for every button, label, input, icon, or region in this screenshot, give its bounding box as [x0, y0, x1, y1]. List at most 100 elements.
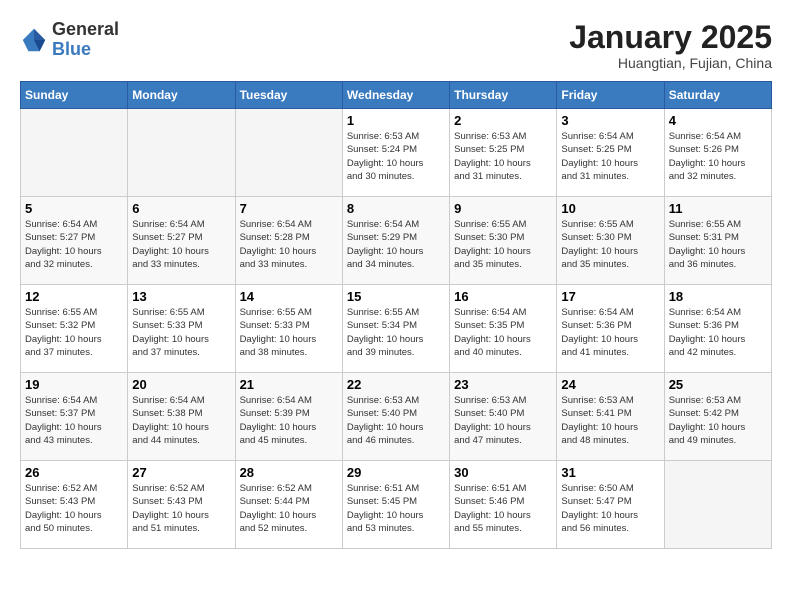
- calendar-cell: 20 Sunrise: 6:54 AM Sunset: 5:38 PM Dayli…: [128, 373, 235, 461]
- day-info: Sunrise: 6:55 AM Sunset: 5:33 PM Dayligh…: [240, 306, 338, 359]
- day-info: Sunrise: 6:53 AM Sunset: 5:41 PM Dayligh…: [561, 394, 659, 447]
- day-info: Sunrise: 6:54 AM Sunset: 5:26 PM Dayligh…: [669, 130, 767, 183]
- calendar-cell: 31Sunrise: 6:50 AM Sunset: 5:47 PM Dayli…: [557, 461, 664, 549]
- calendar-week-row: 1 Sunrise: 6:53 AM Sunset: 5:24 PM Daylig…: [21, 109, 772, 197]
- day-number: 31: [561, 465, 659, 480]
- calendar-week-row: 19 Sunrise: 6:54 AM Sunset: 5:37 PM Dayli…: [21, 373, 772, 461]
- calendar-cell: 26 Sunrise: 6:52 AM Sunset: 5:43 PM Dayli…: [21, 461, 128, 549]
- day-number: 12: [25, 289, 123, 304]
- calendar-cell: 5Sunrise: 6:54 AM Sunset: 5:27 PM Daylig…: [21, 197, 128, 285]
- day-info: Sunrise: 6:52 AM Sunset: 5:43 PM Dayligh…: [25, 482, 123, 535]
- calendar-cell: 11Sunrise: 6:55 AM Sunset: 5:31 PM Dayli…: [664, 197, 771, 285]
- calendar-cell: 19 Sunrise: 6:54 AM Sunset: 5:37 PM Dayli…: [21, 373, 128, 461]
- calendar-cell: 4Sunrise: 6:54 AM Sunset: 5:26 PM Daylig…: [664, 109, 771, 197]
- calendar-cell: 13Sunrise: 6:55 AM Sunset: 5:33 PM Dayli…: [128, 285, 235, 373]
- day-info: Sunrise: 6:53 AM Sunset: 5:40 PM Dayligh…: [347, 394, 445, 447]
- calendar-cell: 22Sunrise: 6:53 AM Sunset: 5:40 PM Dayli…: [342, 373, 449, 461]
- calendar-cell: 23 Sunrise: 6:53 AM Sunset: 5:40 PM Dayli…: [450, 373, 557, 461]
- calendar-cell: 21 Sunrise: 6:54 AM Sunset: 5:39 PM Dayli…: [235, 373, 342, 461]
- day-of-week-header: Wednesday: [342, 82, 449, 109]
- day-info: Sunrise: 6:55 AM Sunset: 5:33 PM Dayligh…: [132, 306, 230, 359]
- day-info: Sunrise: 6:54 AM Sunset: 5:38 PM Dayligh…: [132, 394, 230, 447]
- day-number: 16: [454, 289, 552, 304]
- day-info: Sunrise: 6:54 AM Sunset: 5:36 PM Dayligh…: [561, 306, 659, 359]
- day-of-week-header: Saturday: [664, 82, 771, 109]
- calendar-cell: 29 Sunrise: 6:51 AM Sunset: 5:45 PM Dayli…: [342, 461, 449, 549]
- calendar-cell: 10 Sunrise: 6:55 AM Sunset: 5:30 PM Dayli…: [557, 197, 664, 285]
- day-info: Sunrise: 6:54 AM Sunset: 5:27 PM Dayligh…: [132, 218, 230, 271]
- calendar-cell: 17 Sunrise: 6:54 AM Sunset: 5:36 PM Dayli…: [557, 285, 664, 373]
- day-info: Sunrise: 6:54 AM Sunset: 5:36 PM Dayligh…: [669, 306, 767, 359]
- day-info: Sunrise: 6:53 AM Sunset: 5:42 PM Dayligh…: [669, 394, 767, 447]
- calendar-cell: 28 Sunrise: 6:52 AM Sunset: 5:44 PM Dayli…: [235, 461, 342, 549]
- calendar-week-row: 5 Sunrise: 6:54 AM Sunset: 5:27 PM Daylig…: [21, 197, 772, 285]
- day-info: Sunrise: 6:54 AM Sunset: 5:29 PM Dayligh…: [347, 218, 445, 271]
- day-info: Sunrise: 6:51 AM Sunset: 5:46 PM Dayligh…: [454, 482, 552, 535]
- month-title: January 2025: [569, 20, 772, 55]
- day-number: 5: [25, 201, 123, 216]
- day-of-week-header: Monday: [128, 82, 235, 109]
- logo: General Blue: [20, 20, 119, 60]
- day-number: 29: [347, 465, 445, 480]
- day-info: Sunrise: 6:53 AM Sunset: 5:40 PM Dayligh…: [454, 394, 552, 447]
- calendar-cell: 12Sunrise: 6:55 AM Sunset: 5:32 PM Dayli…: [21, 285, 128, 373]
- calendar-cell: 24Sunrise: 6:53 AM Sunset: 5:41 PM Dayli…: [557, 373, 664, 461]
- calendar-cell: 30 Sunrise: 6:51 AM Sunset: 5:46 PM Dayli…: [450, 461, 557, 549]
- day-info: Sunrise: 6:54 AM Sunset: 5:37 PM Dayligh…: [25, 394, 123, 447]
- day-number: 7: [240, 201, 338, 216]
- day-info: Sunrise: 6:55 AM Sunset: 5:30 PM Dayligh…: [454, 218, 552, 271]
- calendar-cell: 25 Sunrise: 6:53 AM Sunset: 5:42 PM Dayli…: [664, 373, 771, 461]
- calendar-table: SundayMondayTuesdayWednesdayThursdayFrid…: [20, 81, 772, 549]
- day-info: Sunrise: 6:54 AM Sunset: 5:39 PM Dayligh…: [240, 394, 338, 447]
- day-info: Sunrise: 6:52 AM Sunset: 5:44 PM Dayligh…: [240, 482, 338, 535]
- calendar-week-row: 26 Sunrise: 6:52 AM Sunset: 5:43 PM Dayli…: [21, 461, 772, 549]
- day-info: Sunrise: 6:53 AM Sunset: 5:24 PM Dayligh…: [347, 130, 445, 183]
- day-number: 21: [240, 377, 338, 392]
- calendar-cell: [21, 109, 128, 197]
- page-header: General Blue January 2025 Huangtian, Fuj…: [20, 20, 772, 71]
- day-number: 23: [454, 377, 552, 392]
- calendar-cell: [664, 461, 771, 549]
- calendar-cell: 7 Sunrise: 6:54 AM Sunset: 5:28 PM Daylig…: [235, 197, 342, 285]
- day-info: Sunrise: 6:51 AM Sunset: 5:45 PM Dayligh…: [347, 482, 445, 535]
- calendar-cell: 18 Sunrise: 6:54 AM Sunset: 5:36 PM Dayli…: [664, 285, 771, 373]
- day-number: 17: [561, 289, 659, 304]
- day-number: 27: [132, 465, 230, 480]
- day-number: 30: [454, 465, 552, 480]
- logo-icon: [20, 26, 48, 54]
- day-number: 8: [347, 201, 445, 216]
- day-number: 10: [561, 201, 659, 216]
- day-number: 20: [132, 377, 230, 392]
- calendar-week-row: 12Sunrise: 6:55 AM Sunset: 5:32 PM Dayli…: [21, 285, 772, 373]
- day-of-week-header: Tuesday: [235, 82, 342, 109]
- day-number: 28: [240, 465, 338, 480]
- day-number: 14: [240, 289, 338, 304]
- calendar-cell: 27 Sunrise: 6:52 AM Sunset: 5:43 PM Dayli…: [128, 461, 235, 549]
- day-info: Sunrise: 6:55 AM Sunset: 5:34 PM Dayligh…: [347, 306, 445, 359]
- day-info: Sunrise: 6:52 AM Sunset: 5:43 PM Dayligh…: [132, 482, 230, 535]
- location-subtitle: Huangtian, Fujian, China: [569, 55, 772, 71]
- calendar-header-row: SundayMondayTuesdayWednesdayThursdayFrid…: [21, 82, 772, 109]
- day-number: 26: [25, 465, 123, 480]
- day-number: 1: [347, 113, 445, 128]
- day-of-week-header: Thursday: [450, 82, 557, 109]
- day-info: Sunrise: 6:55 AM Sunset: 5:31 PM Dayligh…: [669, 218, 767, 271]
- calendar-cell: [235, 109, 342, 197]
- day-number: 2: [454, 113, 552, 128]
- calendar-cell: 15Sunrise: 6:55 AM Sunset: 5:34 PM Dayli…: [342, 285, 449, 373]
- day-number: 9: [454, 201, 552, 216]
- title-block: January 2025 Huangtian, Fujian, China: [569, 20, 772, 71]
- day-number: 25: [669, 377, 767, 392]
- day-number: 19: [25, 377, 123, 392]
- day-info: Sunrise: 6:54 AM Sunset: 5:28 PM Dayligh…: [240, 218, 338, 271]
- day-info: Sunrise: 6:54 AM Sunset: 5:35 PM Dayligh…: [454, 306, 552, 359]
- day-number: 6: [132, 201, 230, 216]
- calendar-cell: 14 Sunrise: 6:55 AM Sunset: 5:33 PM Dayli…: [235, 285, 342, 373]
- day-info: Sunrise: 6:53 AM Sunset: 5:25 PM Dayligh…: [454, 130, 552, 183]
- calendar-cell: 6 Sunrise: 6:54 AM Sunset: 5:27 PM Daylig…: [128, 197, 235, 285]
- calendar-cell: 16 Sunrise: 6:54 AM Sunset: 5:35 PM Dayli…: [450, 285, 557, 373]
- calendar-cell: 8 Sunrise: 6:54 AM Sunset: 5:29 PM Daylig…: [342, 197, 449, 285]
- day-info: Sunrise: 6:55 AM Sunset: 5:30 PM Dayligh…: [561, 218, 659, 271]
- logo-blue-text: Blue: [52, 39, 91, 59]
- day-number: 18: [669, 289, 767, 304]
